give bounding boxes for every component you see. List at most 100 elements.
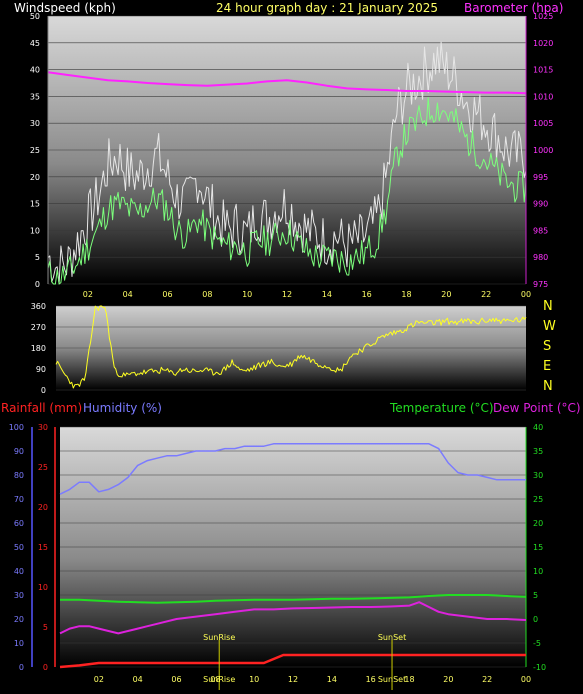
barometer-tick-label: 990 (533, 200, 548, 209)
humidity-tick-label: 40 (14, 567, 24, 576)
sun-marker-bottom-label: SunSet (378, 675, 406, 684)
wind-x-tick-label: 12 (282, 290, 292, 299)
wind-x-tick-label: 00 (521, 290, 531, 299)
windspeed-tick-label: 5 (35, 253, 40, 262)
temperature-tick-label: 5 (533, 591, 538, 600)
humidity-tick-label: 50 (14, 543, 24, 552)
climate-x-tick-label: 00 (521, 675, 531, 684)
compass-label: S (543, 339, 551, 354)
climate-x-tick-label: 06 (171, 675, 181, 684)
wind-x-tick-label: 02 (83, 290, 93, 299)
barometer-tick-label: 1000 (533, 146, 553, 155)
windspeed-tick-label: 35 (30, 92, 40, 101)
compass-label: N (543, 379, 553, 394)
climate-x-tick-labels: 02 04 06 08 10 12 14 16 18 20 22 00 (94, 675, 531, 684)
humidity-tick-labels: 0 10 20 30 40 50 60 70 80 90 100 (9, 423, 24, 672)
weather-chart: Windspeed (kph) 24 hour graph day : 21 J… (1, 1, 581, 690)
humidity-tick-label: 90 (14, 447, 24, 456)
temperature-tick-label: 25 (533, 495, 543, 504)
wind-x-tick-label: 22 (481, 290, 491, 299)
climate-x-tick-label: 16 (366, 675, 376, 684)
wind-x-tick-label: 10 (242, 290, 252, 299)
temperature-tick-label: 10 (533, 567, 543, 576)
compass-label: W (543, 319, 556, 334)
sun-marker-label: SunSet (378, 633, 406, 642)
rainfall-tick-label: 20 (38, 503, 48, 512)
wind-x-tick-label: 14 (322, 290, 332, 299)
temperature-tick-label: -10 (533, 663, 546, 672)
barometer-tick-label: 1025 (533, 12, 553, 21)
wind-x-tick-label: 06 (162, 290, 172, 299)
wind-x-tick-label: 20 (441, 290, 451, 299)
climate-x-tick-label: 14 (327, 675, 337, 684)
temperature-tick-label: 0 (533, 615, 538, 624)
sun-marker-bottom-label: SunRise (203, 675, 235, 684)
rainfall-tick-label: 10 (38, 583, 48, 592)
windspeed-tick-label: 40 (30, 66, 40, 75)
barometer-tick-label: 1010 (533, 92, 553, 101)
climate-x-tick-label: 12 (288, 675, 298, 684)
wind-x-tick-label: 04 (123, 290, 133, 299)
wind-x-tick-label: 16 (362, 290, 372, 299)
windspeed-tick-label: 30 (30, 119, 40, 128)
direction-tick-label: 180 (31, 344, 46, 353)
humidity-tick-label: 0 (19, 663, 24, 672)
rainfall-axis-title: Rainfall (mm) (1, 401, 82, 415)
windspeed-tick-label: 15 (30, 200, 40, 209)
wind-x-tick-labels: 02 04 06 08 10 12 14 16 18 20 22 00 (83, 290, 531, 299)
graph-title: 24 hour graph day : 21 January 2025 (216, 1, 438, 15)
rainfall-tick-label: 5 (43, 623, 48, 632)
barometer-tick-label: 985 (533, 226, 548, 235)
direction-tick-labels: 0 90 180 270 360 (31, 302, 46, 395)
humidity-tick-label: 20 (14, 615, 24, 624)
humidity-tick-label: 70 (14, 495, 24, 504)
humidity-tick-label: 10 (14, 639, 24, 648)
barometer-tick-label: 980 (533, 253, 548, 262)
climate-x-tick-label: 22 (482, 675, 492, 684)
climate-x-tick-label: 20 (443, 675, 453, 684)
windspeed-tick-label: 45 (30, 39, 40, 48)
dewpoint-axis-title: Dew Point (°C) (493, 401, 581, 415)
temperature-tick-label: 30 (533, 471, 543, 480)
direction-tick-label: 0 (41, 386, 46, 395)
rainfall-tick-label: 15 (38, 543, 48, 552)
direction-tick-label: 360 (31, 302, 46, 311)
rainfall-tick-label: 25 (38, 463, 48, 472)
barometer-tick-labels: 975 980 985 990 995 1000 1005 1010 1015 1020 1025 (533, 12, 553, 289)
temperature-tick-label: 20 (533, 519, 543, 528)
direction-tick-label: 90 (36, 365, 46, 374)
rainfall-tick-labels: 0 5 10 15 20 25 30 (38, 423, 48, 672)
compass-label: N (543, 299, 553, 314)
temperature-axis-title: Temperature (°C) (389, 401, 494, 415)
climate-x-tick-label: 10 (249, 675, 259, 684)
barometer-tick-label: 1015 (533, 66, 553, 75)
temperature-tick-label: -5 (533, 639, 541, 648)
humidity-axis-title: Humidity (%) (83, 401, 162, 415)
humidity-tick-label: 30 (14, 591, 24, 600)
barometer-tick-label: 975 (533, 280, 548, 289)
windspeed-tick-label: 25 (30, 146, 40, 155)
windspeed-tick-label: 50 (30, 12, 40, 21)
barometer-tick-label: 995 (533, 173, 548, 182)
wind-x-tick-label: 08 (202, 290, 212, 299)
temperature-tick-label: 35 (533, 447, 543, 456)
climate-x-tick-label: 04 (133, 675, 143, 684)
barometer-tick-label: 1005 (533, 119, 553, 128)
temperature-tick-labels: -10 -5 0 5 10 15 20 25 30 35 40 (533, 423, 546, 672)
humidity-tick-label: 60 (14, 519, 24, 528)
temperature-tick-label: 15 (533, 543, 543, 552)
rainfall-tick-label: 0 (43, 663, 48, 672)
windspeed-tick-labels: 0 5 10 15 20 25 30 35 40 45 50 (30, 12, 40, 289)
temperature-tick-label: 40 (533, 423, 543, 432)
climate-x-tick-label: 02 (94, 675, 104, 684)
compass-labels: NWSEN (543, 299, 556, 394)
humidity-tick-label: 80 (14, 471, 24, 480)
humidity-tick-label: 100 (9, 423, 24, 432)
rainfall-tick-label: 30 (38, 423, 48, 432)
wind-x-tick-label: 18 (401, 290, 411, 299)
windspeed-tick-label: 10 (30, 226, 40, 235)
direction-tick-label: 270 (31, 323, 46, 332)
windspeed-tick-label: 20 (30, 173, 40, 182)
windspeed-tick-label: 0 (35, 280, 40, 289)
barometer-tick-label: 1020 (533, 39, 553, 48)
